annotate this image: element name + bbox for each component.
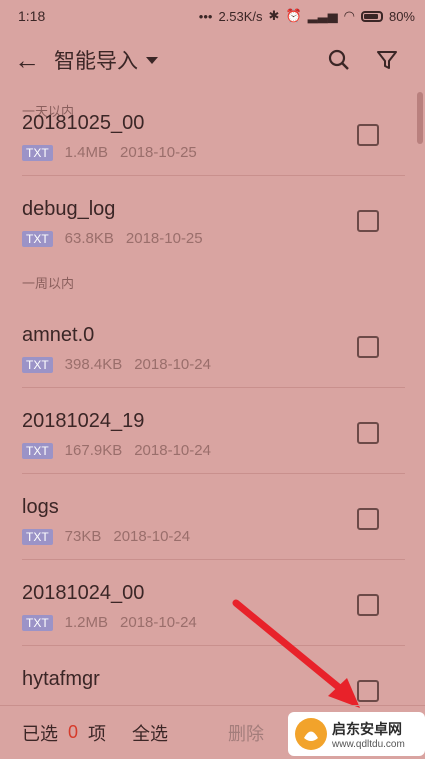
- file-size: 73KB: [64, 528, 102, 545]
- list-item[interactable]: logs TXT 73KB 2018-10-24: [0, 474, 425, 560]
- file-meta: TXT 73KB 2018-10-24: [22, 528, 190, 545]
- file-name: logs: [22, 496, 59, 518]
- file-type-badge: TXT: [22, 356, 53, 373]
- list-item[interactable]: 20181025_00 TXT 1.4MB 2018-10-25: [0, 90, 425, 176]
- file-date: 2018-10-25: [125, 230, 203, 247]
- bluetooth-icon: ✱: [268, 8, 280, 23]
- file-size: 167.9KB: [64, 442, 123, 459]
- file-meta: TXT 398.4KB 2018-10-24: [22, 356, 211, 373]
- signal-icon: ▂▃▅: [307, 8, 338, 23]
- selected-count: 0: [68, 722, 79, 742]
- site-watermark: 启东安卓网 www.qdltdu.com: [288, 712, 425, 756]
- watermark-name: 启东安卓网: [332, 720, 402, 737]
- file-name: hytafmgr: [22, 668, 100, 690]
- title-dropdown[interactable]: 智能导入: [54, 45, 315, 75]
- list-item[interactable]: debug_log TXT 63.8KB 2018-10-25: [0, 176, 425, 262]
- file-type-badge: TXT: [22, 442, 53, 459]
- file-type-badge: TXT: [22, 144, 53, 161]
- back-arrow-icon[interactable]: ←: [14, 45, 54, 76]
- delete-button[interactable]: 删除: [228, 720, 264, 746]
- file-meta: TXT 63.8KB 2018-10-25: [22, 230, 203, 247]
- status-icons: ••• 2.53K/s ✱ ⏰ ▂▃▅ ◠ 80%: [199, 8, 415, 24]
- file-name: amnet.0: [22, 324, 95, 346]
- status-bar: 1:18 ••• 2.53K/s ✱ ⏰ ▂▃▅ ◠ 80%: [0, 0, 425, 32]
- file-type-badge: TXT: [22, 528, 53, 545]
- watermark-url: www.qdltdu.com: [332, 738, 405, 750]
- list-item[interactable]: 20181024_19 TXT 167.9KB 2018-10-24: [0, 388, 425, 474]
- file-type-badge: TXT: [22, 614, 53, 631]
- file-size: 398.4KB: [64, 356, 123, 373]
- more-dots-icon: •••: [198, 8, 213, 24]
- watermark-logo-icon: [295, 718, 327, 750]
- status-time: 1:18: [18, 8, 46, 24]
- list-item[interactable]: 20181024_00 TXT 1.2MB 2018-10-24: [0, 560, 425, 646]
- search-icon[interactable]: [315, 49, 363, 71]
- file-type-badge: TXT: [22, 230, 53, 247]
- scrollbar[interactable]: [417, 92, 423, 144]
- file-size: 1.2MB: [64, 614, 109, 631]
- file-size: 63.8KB: [64, 230, 114, 247]
- battery-icon: [360, 10, 383, 22]
- select-all-button[interactable]: 全选: [132, 720, 168, 746]
- network-speed: 2.53K/s: [218, 8, 263, 24]
- select-checkbox[interactable]: [357, 336, 379, 358]
- toolbar: ← 智能导入: [0, 32, 425, 88]
- file-date: 2018-10-25: [120, 144, 197, 161]
- select-checkbox[interactable]: [357, 124, 379, 146]
- wifi-icon: ◠: [343, 8, 355, 23]
- file-meta: TXT 167.9KB 2018-10-24: [22, 442, 211, 459]
- alarm-icon: ⏰: [285, 8, 302, 23]
- file-list[interactable]: 一天以内 20181025_00 TXT 1.4MB 2018-10-25 de…: [0, 90, 425, 702]
- caret-down-icon: [146, 56, 158, 64]
- file-date: 2018-10-24: [113, 528, 191, 545]
- select-checkbox[interactable]: [357, 594, 379, 616]
- battery-percent: 80%: [388, 8, 415, 24]
- list-item[interactable]: amnet.0 TXT 398.4KB 2018-10-24: [0, 302, 425, 388]
- selected-unit: 项: [88, 723, 107, 744]
- page-title: 智能导入: [54, 50, 138, 73]
- file-date: 2018-10-24: [134, 442, 211, 459]
- file-name: 20181025_00: [22, 112, 145, 134]
- section-header-week: 一周以内: [22, 275, 75, 291]
- select-checkbox[interactable]: [357, 210, 379, 232]
- file-name: 20181024_00: [22, 582, 145, 604]
- file-size: 1.4MB: [64, 144, 109, 161]
- select-checkbox[interactable]: [357, 680, 379, 702]
- file-meta: TXT 1.4MB 2018-10-25: [22, 144, 197, 161]
- select-checkbox[interactable]: [357, 508, 379, 530]
- select-checkbox[interactable]: [357, 422, 379, 444]
- filter-icon[interactable]: [363, 49, 411, 71]
- file-name: 20181024_19: [22, 410, 145, 432]
- list-item[interactable]: hytafmgr: [0, 646, 425, 702]
- selected-label: 已选: [22, 723, 58, 744]
- file-date: 2018-10-24: [120, 614, 197, 631]
- file-name: debug_log: [22, 198, 116, 220]
- file-date: 2018-10-24: [134, 356, 211, 373]
- file-meta: TXT 1.2MB 2018-10-24: [22, 614, 197, 631]
